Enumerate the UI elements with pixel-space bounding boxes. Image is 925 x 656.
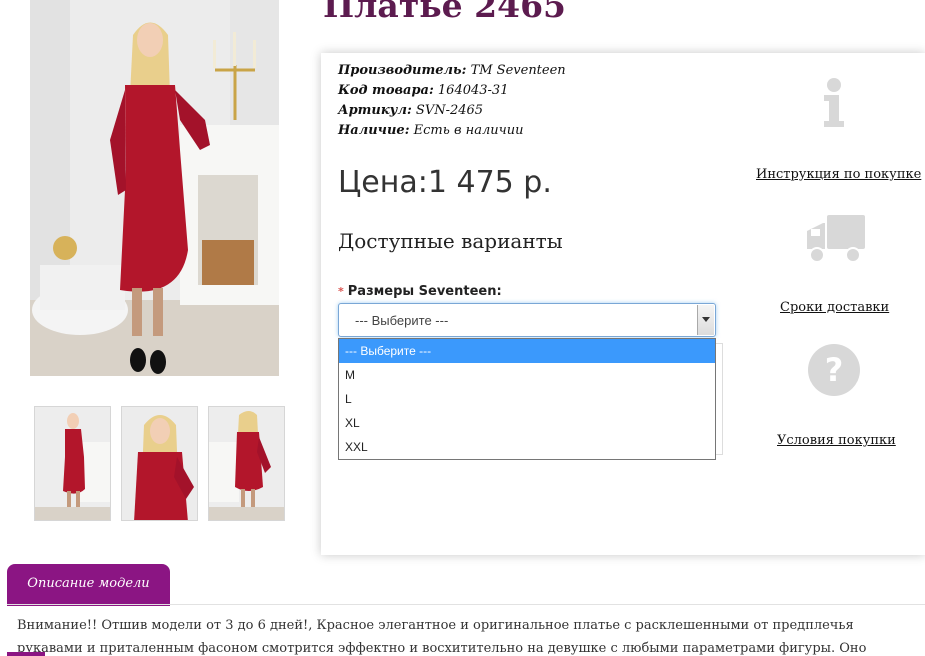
tab-description[interactable]: Описание модели — [7, 564, 170, 606]
code-label: Код товара: — [338, 83, 434, 98]
variants-title: Доступные варианты — [338, 229, 563, 253]
main-product-photo[interactable] — [30, 0, 279, 376]
thumbnail-3[interactable] — [208, 406, 285, 521]
price: Цена:1 475 р. — [338, 165, 552, 200]
availability-value: Есть в наличии — [413, 123, 524, 138]
product-meta: Производитель: TM Seventeen Код товара: … — [338, 61, 566, 141]
size-select-value: --- Выберите --- — [355, 313, 449, 328]
size-label-text: Размеры Seventeen: — [347, 284, 502, 299]
page-title: Платье 2465 — [323, 0, 566, 25]
question-icon[interactable]: ? — [807, 343, 861, 401]
size-option-label: * Размеры Seventeen: — [338, 284, 502, 299]
conditions-link[interactable]: Условия покупки — [777, 433, 896, 448]
size-dropdown-list[interactable]: --- Выберите --- M L XL XXL — [338, 338, 716, 460]
price-value: 1 475 р. — [427, 165, 552, 200]
tab-divider — [7, 604, 925, 605]
article-value: SVN-2465 — [415, 103, 484, 118]
delivery-link[interactable]: Сроки доставки — [780, 300, 889, 315]
availability-label: Наличие: — [338, 123, 410, 138]
size-option-xxl[interactable]: XXL — [339, 435, 715, 459]
required-mark: * — [338, 285, 344, 298]
product-info-panel: Производитель: TM Seventeen Код товара: … — [321, 53, 925, 555]
info-icon[interactable] — [820, 77, 848, 133]
svg-text:?: ? — [825, 351, 844, 389]
article-row: Артикул: SVN-2465 — [338, 101, 566, 121]
availability-row: Наличие: Есть в наличии — [338, 121, 566, 141]
truck-icon[interactable] — [805, 213, 867, 269]
chevron-down-icon[interactable] — [697, 305, 714, 335]
size-option-placeholder[interactable]: --- Выберите --- — [339, 339, 715, 363]
bottom-accent — [7, 652, 45, 656]
price-label: Цена: — [338, 165, 428, 200]
size-option-xl[interactable]: XL — [339, 411, 715, 435]
instruction-link[interactable]: Инструкция по покупке — [756, 167, 921, 182]
manufacturer-row: Производитель: TM Seventeen — [338, 61, 566, 81]
manufacturer-value[interactable]: TM Seventeen — [471, 63, 566, 78]
thumbnail-2[interactable] — [121, 406, 198, 521]
manufacturer-label: Производитель: — [338, 63, 467, 78]
code-value: 164043-31 — [437, 83, 509, 98]
size-option-l[interactable]: L — [339, 387, 715, 411]
size-option-m[interactable]: M — [339, 363, 715, 387]
code-row: Код товара: 164043-31 — [338, 81, 566, 101]
article-label: Артикул: — [338, 103, 412, 118]
size-select[interactable]: --- Выберите --- — [338, 303, 716, 337]
thumbnail-1[interactable] — [34, 406, 111, 521]
description-text: Внимание!! Отшив модели от 3 до 6 дней!,… — [17, 618, 867, 656]
